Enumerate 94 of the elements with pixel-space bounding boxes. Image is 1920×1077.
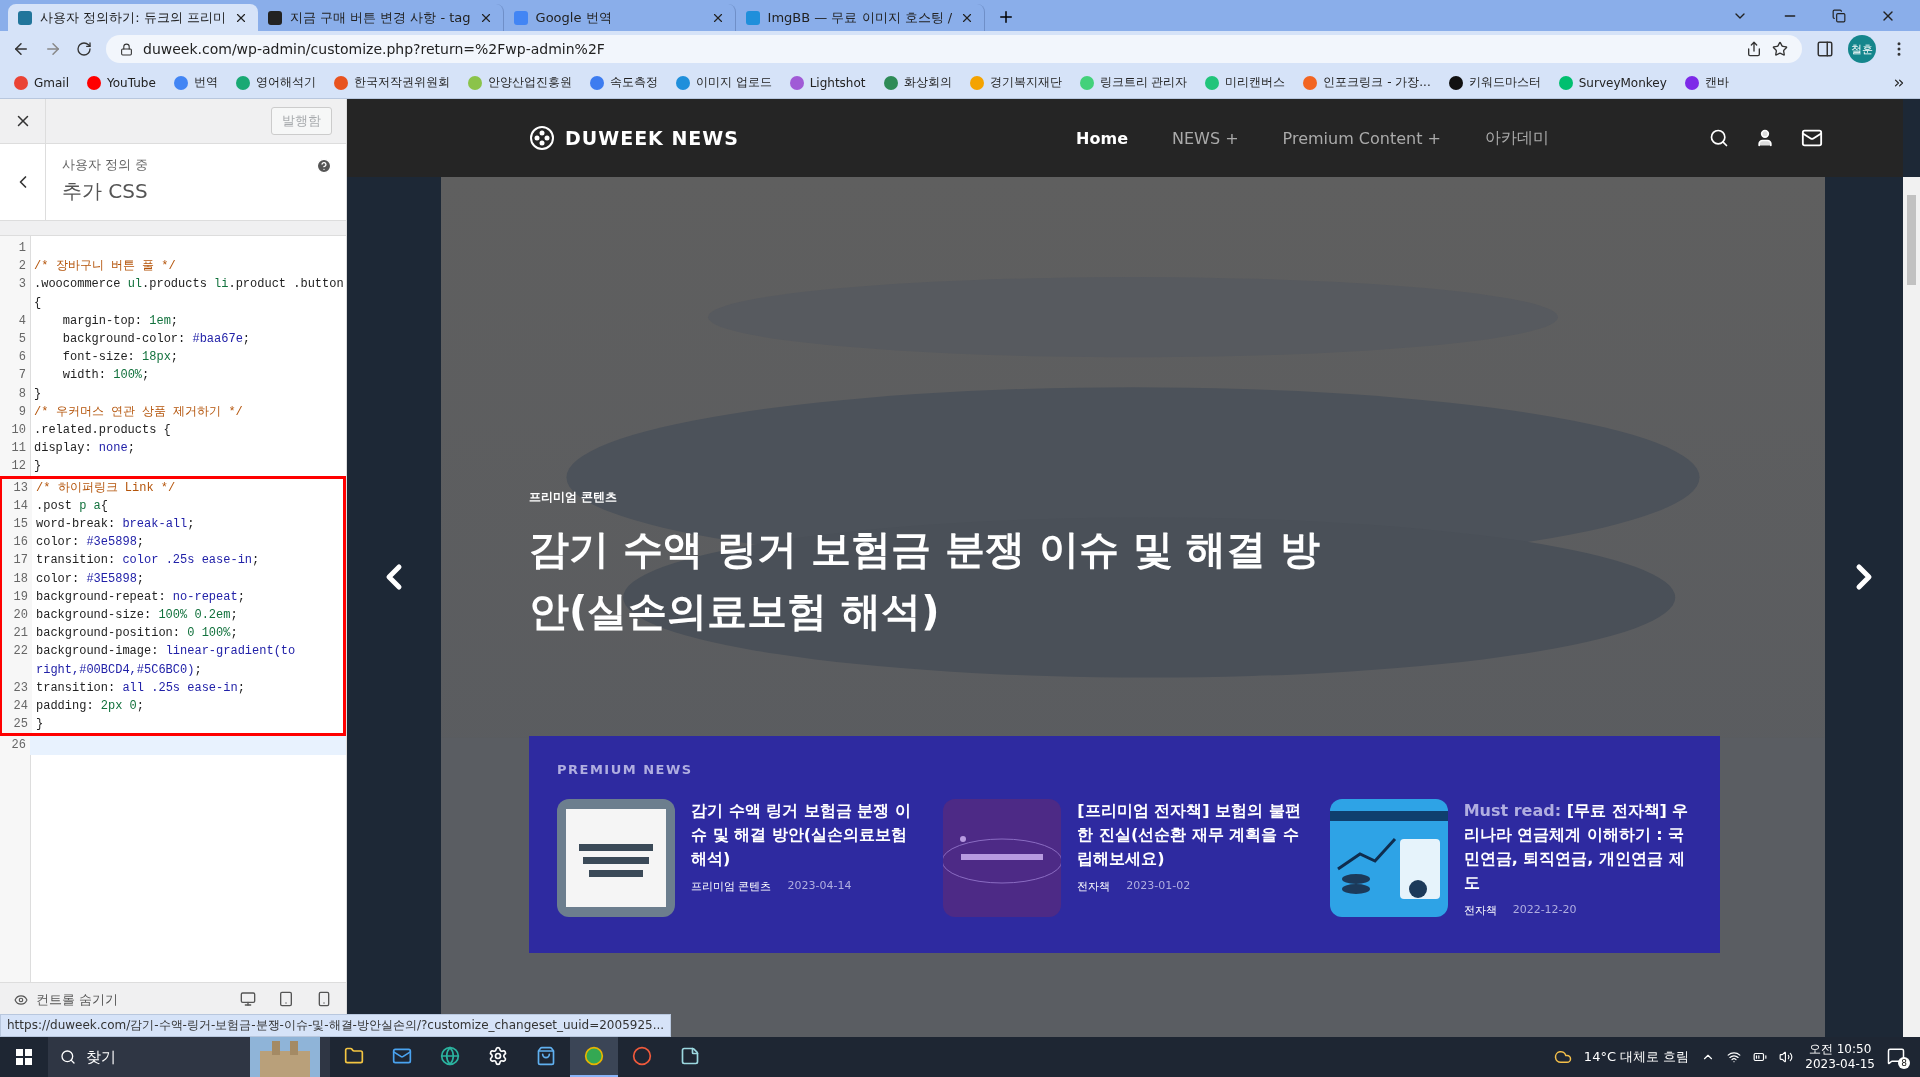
code-text: padding: 2px 0; <box>35 698 146 716</box>
bookmark[interactable]: 안양산업진흥원 <box>467 74 572 91</box>
profile-avatar[interactable]: 철훈 <box>1848 35 1876 63</box>
search-icon[interactable] <box>1709 128 1729 148</box>
code-text: color: #3e5898; <box>35 534 146 552</box>
code-text: .post p a{ <box>35 497 110 515</box>
back-icon[interactable] <box>12 40 30 58</box>
mail-icon <box>392 1046 412 1066</box>
nav-link[interactable]: Home <box>1076 128 1128 148</box>
windows-logo-icon <box>16 1049 32 1065</box>
forward-icon[interactable] <box>44 40 62 58</box>
side-panel-icon[interactable] <box>1816 40 1834 58</box>
bookmark[interactable]: 영어해석기 <box>235 74 316 91</box>
section-title: 추가 CSS <box>62 178 149 205</box>
bookmark[interactable]: YouTube <box>87 75 156 90</box>
mail-icon[interactable] <box>1801 127 1823 149</box>
clock[interactable]: 오전 10:50 2023-04-15 <box>1805 1042 1875 1072</box>
message-icon <box>1887 1047 1905 1065</box>
browser-tab[interactable]: 사용자 정의하기: 듀크의 프리미 <box>8 4 258 31</box>
code-text: display: none; <box>33 440 136 458</box>
globe-icon <box>440 1046 460 1066</box>
nav-link[interactable]: Premium Content + <box>1282 128 1441 148</box>
code-text: background-repeat: no-repeat; <box>35 588 246 606</box>
weather-icon <box>1553 1048 1572 1066</box>
code-text: } <box>33 385 43 403</box>
eye-icon <box>14 993 28 1007</box>
code-text: transition: all .25s ease-in; <box>35 679 246 697</box>
bookmark[interactable]: 키워드마스터 <box>1448 74 1541 91</box>
favicon-icon <box>267 10 282 25</box>
code-text: word-break: break-all; <box>35 516 196 534</box>
volume-icon[interactable] <box>1779 1050 1794 1064</box>
line-number: 26 <box>0 736 30 755</box>
hide-controls-button[interactable]: 컨트롤 숨기기 <box>14 991 119 1009</box>
code-text: font-size: 18px; <box>61 349 180 367</box>
scrollbar[interactable] <box>1903 177 1920 1037</box>
circle-icon <box>584 1046 604 1066</box>
settings-icon <box>488 1046 508 1066</box>
help-icon[interactable] <box>316 158 332 174</box>
site-logo[interactable]: DUWEEK NEWS <box>529 125 739 151</box>
bookmark[interactable]: 링크트리 관리자 <box>1079 74 1188 91</box>
tablet-icon[interactable] <box>278 991 294 1007</box>
code-text: background-position: 0 100%; <box>35 625 239 643</box>
address-bar[interactable]: duweek.com/wp-admin/customize.php?return=%2Fwp-admin%2F <box>106 35 1802 63</box>
code-text: width: 100%; <box>61 367 151 385</box>
code-text: color: #3E5898; <box>35 570 146 588</box>
code-text: transition: color .25s ease-in; <box>35 552 261 570</box>
code-text: } <box>33 458 43 476</box>
bookmark[interactable]: Lightshot <box>789 75 866 90</box>
nav-link[interactable]: 아카데미 <box>1485 127 1549 149</box>
note-icon <box>680 1046 700 1066</box>
code-text: .related.products { <box>33 422 172 440</box>
bookmark[interactable]: 화상회의 <box>883 74 952 91</box>
favicon-icon <box>745 10 760 25</box>
code-text: /* 우커머스 연관 상품 제거하기 */ <box>33 403 244 421</box>
mobile-icon[interactable] <box>316 991 332 1007</box>
desktop-icon[interactable] <box>240 991 256 1007</box>
code-text: /* 장바구니 버튼 풀 */ <box>33 258 177 276</box>
code-text: margin-top: 1em; <box>61 312 180 330</box>
context-label: 사용자 정의 중 <box>62 156 150 174</box>
bookmark[interactable]: 경기복지재단 <box>969 74 1062 91</box>
search-icon <box>60 1049 76 1065</box>
reload-icon[interactable] <box>76 41 92 57</box>
restore-icon[interactable] <box>1832 8 1846 23</box>
bookmark[interactable]: SurveyMonkey <box>1558 75 1667 90</box>
bookmark[interactable]: 번역 <box>173 74 218 91</box>
bookmark[interactable]: 미리캔버스 <box>1205 74 1286 91</box>
nav-link[interactable]: NEWS + <box>1172 128 1239 148</box>
bookmark[interactable]: 인포크링크 - 가장... <box>1303 74 1431 91</box>
star-icon[interactable] <box>1772 41 1788 57</box>
code-text: background-image: linear-gradient(to right,#00BCD4,#5C6BC0); <box>35 643 297 679</box>
notification-button[interactable]: 8 <box>1887 1045 1910 1069</box>
ring-icon <box>632 1046 652 1066</box>
bookmark[interactable]: 속도측정 <box>589 74 658 91</box>
favicon-icon <box>18 10 32 25</box>
code-text: background-color: #baa67e; <box>61 331 252 348</box>
code-text: background-size: 100% 0.2em; <box>35 607 239 625</box>
code-text: } <box>35 716 45 734</box>
code-text: /* 하이퍼링크 Link */ <box>35 479 177 497</box>
lock-icon <box>120 42 133 56</box>
weather-text[interactable]: 14°C 대체로 흐림 <box>1583 1048 1690 1066</box>
bookmark[interactable]: 캔바 <box>1684 74 1729 91</box>
bookmark[interactable]: Gmail <box>14 75 69 90</box>
battery-icon[interactable] <box>1753 1050 1768 1064</box>
network-icon[interactable] <box>1727 1050 1742 1064</box>
code-editor[interactable] <box>0 235 346 982</box>
bookmark[interactable]: 이미지 업로드 <box>675 74 772 91</box>
folder-icon <box>344 1046 364 1066</box>
share-icon[interactable] <box>1746 41 1762 57</box>
bag-icon <box>536 1046 556 1066</box>
favicon-icon <box>513 10 528 25</box>
film-reel-icon <box>529 125 555 151</box>
user-icon[interactable] <box>1755 128 1775 148</box>
bookmark[interactable]: 한국저작권위원회 <box>333 74 450 91</box>
search-field[interactable]: 찾기 <box>48 1037 330 1077</box>
